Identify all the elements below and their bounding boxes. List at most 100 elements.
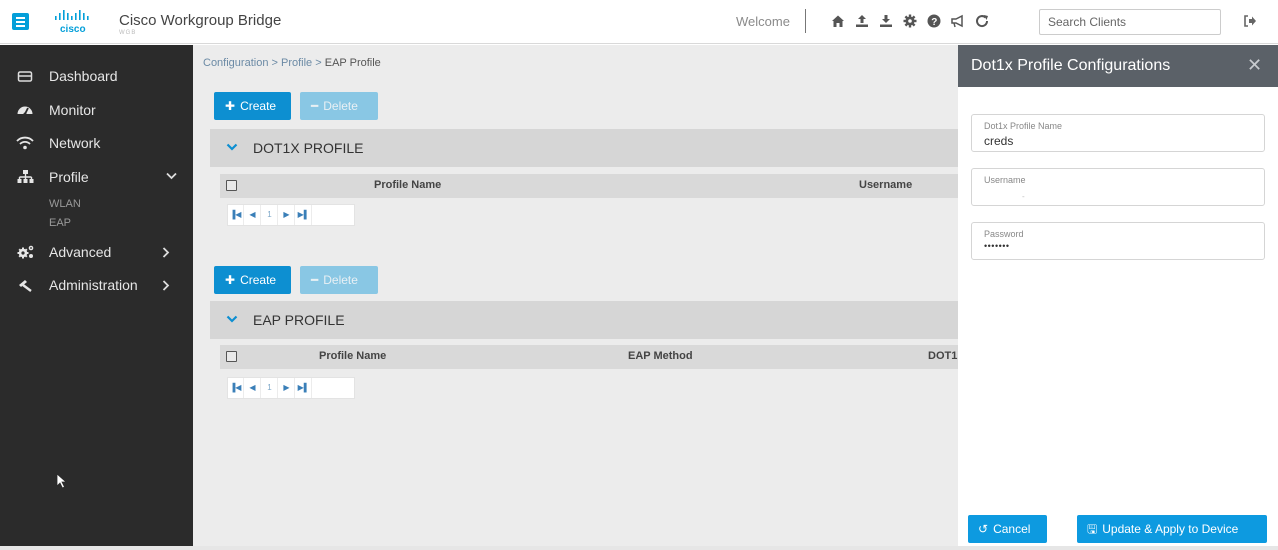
dot1x-create-button[interactable]: ✚ Create bbox=[214, 92, 291, 120]
last-page-icon[interactable]: ▶▌ bbox=[296, 378, 312, 398]
app-subtitle: WGB bbox=[119, 30, 137, 36]
mouse-pointer-icon bbox=[56, 473, 68, 489]
first-page-icon[interactable]: ▐◀ bbox=[228, 205, 244, 225]
page-number[interactable]: 1 bbox=[262, 205, 278, 225]
sidebar-item-monitor[interactable]: Monitor bbox=[0, 95, 193, 125]
sidebar-item-label: Network bbox=[49, 135, 101, 151]
dot1x-section-header[interactable]: DOT1X PROFILE bbox=[210, 129, 958, 167]
hamburger-menu-icon[interactable] bbox=[12, 13, 29, 30]
eap-section-title: EAP PROFILE bbox=[253, 312, 345, 328]
logout-icon[interactable] bbox=[1242, 13, 1258, 29]
update-apply-button[interactable]: 🖫 Update & Apply to Device bbox=[1077, 515, 1267, 543]
dot1x-delete-button[interactable]: ━ Delete bbox=[300, 92, 378, 120]
eap-section-header[interactable]: EAP PROFILE bbox=[210, 301, 958, 339]
logo-text: cisco bbox=[60, 24, 86, 35]
sidebar-item-network[interactable]: Network bbox=[0, 128, 193, 158]
plus-icon: ✚ bbox=[225, 99, 236, 113]
chevron-right-icon bbox=[162, 280, 170, 291]
sidebar-subitem-wlan[interactable]: WLAN bbox=[49, 198, 81, 210]
field-value: creds bbox=[984, 134, 1014, 148]
welcome-text: Welcome bbox=[736, 14, 790, 29]
sidebar-item-label: Profile bbox=[49, 169, 89, 185]
dot1x-config-panel: Dot1x Profile Configurations ✕ Dot1x Pro… bbox=[958, 45, 1278, 550]
eap-create-button[interactable]: ✚ Create bbox=[214, 266, 291, 294]
svg-text:?: ? bbox=[931, 17, 937, 28]
sitemap-icon bbox=[17, 170, 34, 183]
wifi-icon bbox=[16, 136, 34, 150]
sidebar-subitem-eap[interactable]: EAP bbox=[49, 217, 71, 229]
password-field[interactable]: Password ••••••• bbox=[971, 222, 1265, 260]
dot1x-pagination: ▐◀ ◀ 1 ▶ ▶▌ bbox=[227, 204, 355, 226]
settings-icon[interactable] bbox=[902, 13, 918, 29]
app-title: Cisco Workgroup Bridge bbox=[119, 12, 282, 29]
column-header-dot1[interactable]: DOT1 bbox=[928, 350, 957, 362]
prev-page-icon[interactable]: ◀ bbox=[245, 205, 261, 225]
breadcrumb-separator: > bbox=[315, 57, 322, 69]
select-all-checkbox[interactable] bbox=[226, 180, 237, 191]
undo-icon: ↺ bbox=[978, 522, 989, 536]
refresh-icon[interactable] bbox=[974, 13, 990, 29]
column-header-profile-name[interactable]: Profile Name bbox=[319, 350, 386, 362]
sidebar-item-profile[interactable]: Profile bbox=[0, 162, 193, 192]
breadcrumb-separator: > bbox=[271, 57, 278, 69]
eap-pagination: ▐◀ ◀ 1 ▶ ▶▌ bbox=[227, 377, 355, 399]
chevron-right-icon bbox=[162, 247, 170, 258]
home-icon[interactable] bbox=[830, 13, 846, 29]
field-label: Username bbox=[984, 175, 1026, 185]
top-header: cisco Cisco Workgroup Bridge WGB Welcome bbox=[0, 0, 1278, 44]
sidebar-item-administration[interactable]: Administration bbox=[0, 270, 193, 300]
next-page-icon[interactable]: ▶ bbox=[279, 205, 295, 225]
cancel-button[interactable]: ↺ Cancel bbox=[968, 515, 1047, 543]
panel-title: Dot1x Profile Configurations bbox=[971, 57, 1171, 74]
save-icon: 🖫 bbox=[1087, 522, 1098, 536]
select-all-checkbox[interactable] bbox=[226, 351, 237, 362]
field-value: ••••••• bbox=[984, 241, 1010, 251]
gavel-icon bbox=[19, 280, 32, 292]
main-content: Configuration > Profile > EAP Profile ✚ C… bbox=[193, 45, 958, 550]
minus-icon: ━ bbox=[311, 273, 319, 287]
upload-icon[interactable] bbox=[854, 13, 870, 29]
help-icon[interactable]: ? bbox=[926, 13, 942, 29]
search-clients-input[interactable] bbox=[1039, 9, 1221, 35]
download-icon[interactable] bbox=[878, 13, 894, 29]
dot1x-profile-name-field[interactable]: Dot1x Profile Name creds bbox=[971, 114, 1265, 152]
dashboard-icon bbox=[17, 71, 33, 82]
bottom-border bbox=[0, 546, 1278, 550]
close-icon[interactable]: ✕ bbox=[1247, 55, 1262, 76]
column-header-username[interactable]: Username bbox=[859, 179, 912, 191]
prev-page-icon[interactable]: ◀ bbox=[245, 378, 261, 398]
dot1x-table-header: Profile Name Username bbox=[220, 174, 958, 198]
breadcrumb-configuration[interactable]: Configuration bbox=[203, 57, 268, 69]
monitor-icon bbox=[17, 106, 33, 116]
sidebar-item-label: Monitor bbox=[49, 102, 96, 118]
eap-table-header: Profile Name EAP Method DOT1 bbox=[220, 345, 958, 369]
sidebar-item-advanced[interactable]: Advanced bbox=[0, 237, 193, 267]
app-root: cisco Cisco Workgroup Bridge WGB Welcome bbox=[0, 0, 1278, 550]
chevron-down-icon bbox=[166, 172, 177, 180]
announce-icon[interactable] bbox=[950, 13, 966, 29]
column-header-eap-method[interactable]: EAP Method bbox=[628, 350, 693, 362]
sidebar-item-label: Advanced bbox=[49, 244, 112, 260]
chevron-down-icon bbox=[226, 143, 238, 151]
header-divider bbox=[805, 9, 806, 33]
panel-header: Dot1x Profile Configurations ✕ bbox=[958, 45, 1278, 87]
field-label: Password bbox=[984, 229, 1024, 239]
cogs-icon bbox=[17, 245, 34, 259]
last-page-icon[interactable]: ▶▌ bbox=[296, 205, 312, 225]
column-header-profile-name[interactable]: Profile Name bbox=[374, 179, 441, 191]
field-placeholder: - bbox=[1022, 192, 1025, 201]
sidebar-item-label: Administration bbox=[49, 277, 138, 293]
username-field[interactable]: Username - bbox=[971, 168, 1265, 206]
first-page-icon[interactable]: ▐◀ bbox=[228, 378, 244, 398]
breadcrumb-current: EAP Profile bbox=[324, 57, 381, 69]
next-page-icon[interactable]: ▶ bbox=[279, 378, 295, 398]
cisco-logo-icon: cisco bbox=[55, 10, 89, 35]
minus-icon: ━ bbox=[311, 99, 319, 113]
sidebar-item-dashboard[interactable]: Dashboard bbox=[0, 61, 193, 91]
eap-delete-button[interactable]: ━ Delete bbox=[300, 266, 378, 294]
dot1x-section-title: DOT1X PROFILE bbox=[253, 140, 364, 156]
sidebar-item-label: Dashboard bbox=[49, 68, 118, 84]
page-number[interactable]: 1 bbox=[262, 378, 278, 398]
breadcrumb-profile[interactable]: Profile bbox=[281, 57, 312, 69]
breadcrumb: Configuration > Profile > EAP Profile bbox=[203, 57, 381, 69]
